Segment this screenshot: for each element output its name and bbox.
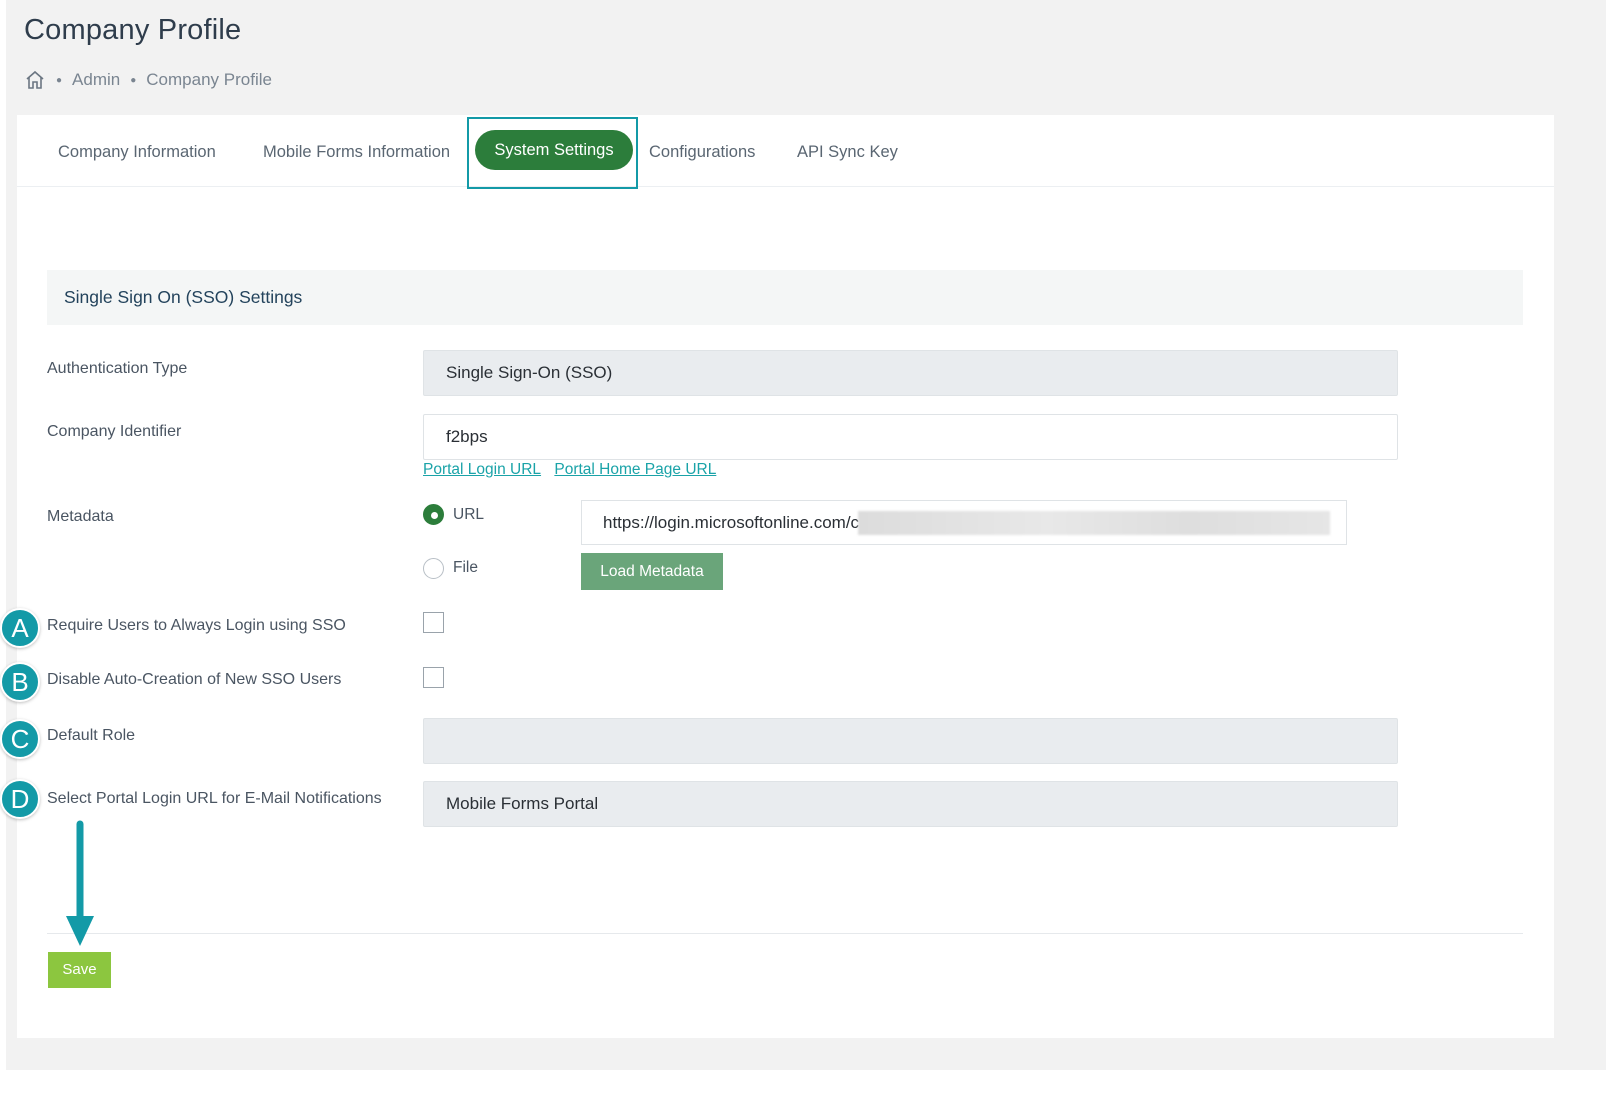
breadcrumb-separator: ● bbox=[130, 74, 137, 86]
metadata-url-radio[interactable] bbox=[423, 504, 444, 525]
portal-home-page-url-link[interactable]: Portal Home Page URL bbox=[554, 461, 716, 478]
sso-section-header: Single Sign On (SSO) Settings bbox=[47, 270, 1523, 325]
portal-login-url-link[interactable]: Portal Login URL bbox=[423, 461, 541, 478]
arrow-down-annotation-icon bbox=[66, 820, 94, 946]
bottom-edge bbox=[0, 1070, 1606, 1096]
tab-configurations[interactable]: Configurations bbox=[649, 137, 755, 167]
breadcrumb: ● Admin ● Company Profile bbox=[24, 68, 272, 92]
save-button[interactable]: Save bbox=[48, 952, 111, 988]
breadcrumb-item-company-profile: Company Profile bbox=[146, 70, 272, 89]
tab-mobile-forms-information[interactable]: Mobile Forms Information bbox=[263, 137, 450, 167]
default-role-label: Default Role bbox=[47, 727, 136, 744]
metadata-url-value: https://login.microsoftonline.com/c bbox=[603, 513, 860, 532]
require-sso-checkbox[interactable] bbox=[423, 612, 444, 633]
company-identifier-label: Company Identifier bbox=[47, 423, 182, 440]
portal-links: Portal Login URL Portal Home Page URL bbox=[423, 461, 725, 479]
metadata-url-radio-label: URL bbox=[453, 506, 485, 523]
annotation-marker-a: A bbox=[0, 608, 40, 648]
disable-auto-creation-checkbox[interactable] bbox=[423, 667, 444, 688]
company-identifier-input[interactable]: f2bps bbox=[423, 414, 1398, 460]
metadata-label: Metadata bbox=[47, 508, 114, 525]
default-role-select[interactable] bbox=[423, 718, 1398, 764]
authentication-type-label: Authentication Type bbox=[47, 360, 188, 377]
annotation-marker-b: B bbox=[0, 662, 40, 702]
footer-divider bbox=[47, 933, 1523, 934]
require-sso-label: Require Users to Always Login using SSO bbox=[47, 617, 346, 634]
breadcrumb-item-admin[interactable]: Admin bbox=[72, 70, 120, 90]
left-edge bbox=[0, 0, 6, 1096]
annotation-marker-c: C bbox=[0, 719, 40, 759]
breadcrumb-separator: ● bbox=[56, 74, 63, 86]
tabs-bar: Company Information Mobile Forms Informa… bbox=[17, 115, 1554, 189]
authentication-type-field: Single Sign-On (SSO) bbox=[423, 350, 1398, 396]
disable-auto-creation-label: Disable Auto-Creation of New SSO Users bbox=[47, 671, 342, 688]
tab-system-settings[interactable]: System Settings bbox=[475, 130, 633, 170]
annotation-marker-d: D bbox=[0, 779, 40, 819]
home-icon[interactable] bbox=[24, 69, 46, 91]
metadata-file-radio-label: File bbox=[453, 559, 478, 576]
metadata-file-radio[interactable] bbox=[423, 558, 444, 579]
portal-login-url-label: Select Portal Login URL for E-Mail Notif… bbox=[47, 790, 382, 807]
tab-api-sync-key[interactable]: API Sync Key bbox=[797, 137, 898, 167]
company-profile-card: Company Information Mobile Forms Informa… bbox=[17, 115, 1554, 1038]
redacted-url-blur bbox=[858, 511, 1330, 535]
tab-company-information[interactable]: Company Information bbox=[58, 137, 216, 167]
load-metadata-button[interactable]: Load Metadata bbox=[581, 553, 723, 590]
portal-login-url-select[interactable]: Mobile Forms Portal bbox=[423, 781, 1398, 827]
page-title: Company Profile bbox=[24, 14, 242, 46]
metadata-url-input[interactable]: https://login.microsoftonline.com/c bbox=[581, 500, 1347, 545]
